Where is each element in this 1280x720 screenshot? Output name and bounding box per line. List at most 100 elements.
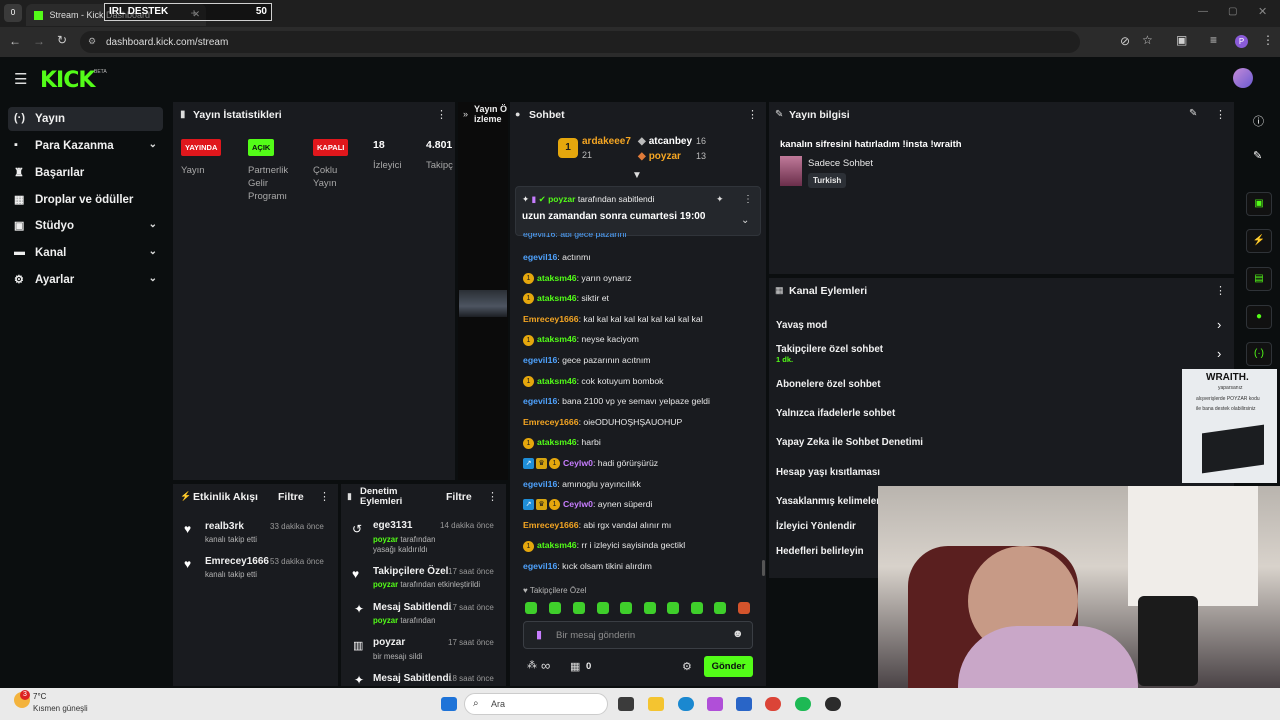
sidebar-item-studyo[interactable]: ▣ Stüdyo ⌄ xyxy=(8,214,163,238)
rail-button-doc[interactable]: ▤ xyxy=(1246,267,1272,291)
sidebar-item-ayarlar[interactable]: ⚙ Ayarlar ⌄ xyxy=(8,268,163,292)
chat-scrollbar[interactable] xyxy=(762,560,765,576)
emote-icon[interactable] xyxy=(691,602,703,614)
emote-icon[interactable] xyxy=(525,602,537,614)
send-button[interactable]: Gönder xyxy=(704,656,753,677)
unpin-icon[interactable]: ✦ xyxy=(716,194,724,205)
activity-filter-button[interactable]: Filtre xyxy=(278,491,304,503)
chrome-icon[interactable] xyxy=(765,697,781,711)
profile-avatar-icon[interactable]: P xyxy=(1235,35,1248,48)
window-close-icon[interactable]: ✕ xyxy=(1258,5,1267,18)
emote-icon[interactable] xyxy=(714,602,726,614)
chevron-down-icon[interactable]: ⌄ xyxy=(741,215,749,226)
chat-username[interactable]: egevil16 xyxy=(523,252,557,262)
chevron-right-icon[interactable]: › xyxy=(1217,346,1221,361)
chat-settings-gear-icon[interactable]: ⚙ xyxy=(682,660,692,673)
action-followers-only[interactable]: Takipçilere özel sohbet xyxy=(776,344,883,355)
obs-icon[interactable] xyxy=(825,697,841,711)
maximize-icon[interactable]: ▢ xyxy=(1228,6,1237,17)
chat-username[interactable]: Emrecey1666 xyxy=(523,520,579,530)
collapse-icon[interactable]: » xyxy=(463,109,468,119)
stream-preview-thumbnail[interactable] xyxy=(459,290,507,317)
category-thumbnail[interactable] xyxy=(780,156,802,186)
minimize-icon[interactable]: — xyxy=(1198,6,1208,17)
back-icon[interactable]: ← xyxy=(9,34,21,48)
store-icon[interactable] xyxy=(736,697,752,711)
emote-icon[interactable] xyxy=(738,602,750,614)
emote-icon[interactable] xyxy=(549,602,561,614)
action-emote-only[interactable]: Yalnızca ifadelerle sohbet xyxy=(776,408,895,419)
bookmark-star-icon[interactable]: ☆ xyxy=(1142,33,1153,47)
reload-icon[interactable]: ↻ xyxy=(57,33,67,47)
edit-icon[interactable]: ✎ xyxy=(1253,149,1262,162)
emote-icon[interactable] xyxy=(644,602,656,614)
chat-username[interactable]: Ceylw0 xyxy=(563,499,593,509)
profile-menu-icon[interactable]: 0 xyxy=(4,4,22,22)
top-gifter-name[interactable]: ardakeee7 xyxy=(582,136,631,147)
chevron-right-icon[interactable]: › xyxy=(1217,317,1221,332)
site-info-icon[interactable]: ⚙ xyxy=(88,36,96,47)
rail-button-bolt[interactable]: ⚡ xyxy=(1246,229,1272,253)
emoji-icon[interactable]: ☻ xyxy=(732,628,744,640)
edge-icon[interactable] xyxy=(678,697,694,711)
windows-start-icon[interactable] xyxy=(441,697,457,711)
info-icon[interactable]: ⓘ xyxy=(1253,113,1264,129)
users-icon[interactable]: ⁂ xyxy=(527,660,537,671)
sidebar-item-yayin[interactable]: (·) Yayın xyxy=(8,107,163,131)
forward-icon[interactable]: → xyxy=(33,34,45,48)
spotify-icon[interactable] xyxy=(795,697,811,711)
moderation-filter-button[interactable]: Filtre xyxy=(446,491,472,503)
reading-list-icon[interactable]: ≡ xyxy=(1210,33,1217,47)
action-raid[interactable]: İzleyici Yönlendir xyxy=(776,521,856,532)
chat-username[interactable]: ataksm46 xyxy=(537,273,577,283)
taskbar-search[interactable]: ⌕ Ara xyxy=(464,693,608,715)
stats-menu-icon[interactable]: ⋮ xyxy=(436,108,447,121)
sidebar-item-droplar[interactable]: ▦ Droplar ve ödüller xyxy=(8,188,163,212)
chat-username[interactable]: egevil16 xyxy=(523,561,557,571)
chat-username[interactable]: Ceylw0 xyxy=(563,458,593,468)
file-explorer-icon[interactable] xyxy=(648,697,664,711)
activity-menu-icon[interactable]: ⋮ xyxy=(319,490,330,503)
browser-menu-icon[interactable]: ⋮ xyxy=(1262,33,1274,47)
hamburger-menu-icon[interactable]: ☰ xyxy=(14,70,27,88)
kick-logo[interactable]: KICK xyxy=(40,68,95,93)
sidebar-item-kanal[interactable]: ▬ Kanal ⌄ xyxy=(8,241,163,265)
pinned-menu-icon[interactable]: ⋮ xyxy=(743,194,753,205)
action-banned-words[interactable]: Yasaklanmış kelimeler xyxy=(776,496,880,507)
chat-username[interactable]: ataksm46 xyxy=(537,293,577,303)
chat-username[interactable]: ataksm46 xyxy=(537,437,577,447)
expand-leaderboard-icon[interactable]: ▼ xyxy=(632,170,642,181)
rail-button-screen[interactable]: ▣ xyxy=(1246,192,1272,216)
chat-username[interactable]: egevil16 xyxy=(523,479,557,489)
chat-username[interactable]: ataksm46 xyxy=(537,376,577,386)
chat-username[interactable]: ataksm46 xyxy=(537,334,577,344)
rail-button-broadcast[interactable]: (·) xyxy=(1246,342,1272,366)
action-slow-mode[interactable]: Yavaş mod xyxy=(776,320,827,331)
url-field[interactable]: ⚙ dashboard.kick.com/stream xyxy=(80,31,1080,53)
action-subscribers-only[interactable]: Abonelere özel sohbet xyxy=(776,379,881,390)
chat-username[interactable]: egevil16 xyxy=(523,396,557,406)
eye-off-icon[interactable]: ⊘ xyxy=(1120,34,1130,48)
chat-username[interactable]: ataksm46 xyxy=(537,540,577,550)
action-set-goals[interactable]: Hedefleri belirleyin xyxy=(776,546,864,557)
stream-info-menu-icon[interactable]: ⋮ xyxy=(1215,108,1226,121)
gift-icon[interactable]: ▦ xyxy=(570,660,580,673)
channel-actions-menu-icon[interactable]: ⋮ xyxy=(1215,284,1226,297)
extensions-icon[interactable]: ▣ xyxy=(1176,33,1187,47)
action-ai-moderation[interactable]: Yapay Zeka ile Sohbet Denetimi xyxy=(776,437,923,448)
action-account-age[interactable]: Hesap yaşı kısıtlaması xyxy=(776,467,880,478)
copilot-icon[interactable] xyxy=(707,697,723,711)
chat-username[interactable]: Emrecey1666 xyxy=(523,417,579,427)
moderation-menu-icon[interactable]: ⋮ xyxy=(487,490,498,503)
category-name[interactable]: Sadece Sohbet xyxy=(808,158,873,169)
chat-username[interactable]: egevil16 xyxy=(523,355,557,365)
task-view-icon[interactable] xyxy=(618,697,634,711)
emote-icon[interactable] xyxy=(667,602,679,614)
sidebar-item-para-kazanma[interactable]: ▪ Para Kazanma ⌄ xyxy=(8,134,163,158)
emote-icon[interactable] xyxy=(573,602,585,614)
user-avatar[interactable] xyxy=(1233,68,1253,88)
chat-username[interactable]: Emrecey1666 xyxy=(523,314,579,324)
emote-icon[interactable] xyxy=(597,602,609,614)
chat-menu-icon[interactable]: ⋮ xyxy=(747,108,758,121)
edit-pencil-icon[interactable]: ✎ xyxy=(1189,108,1197,119)
